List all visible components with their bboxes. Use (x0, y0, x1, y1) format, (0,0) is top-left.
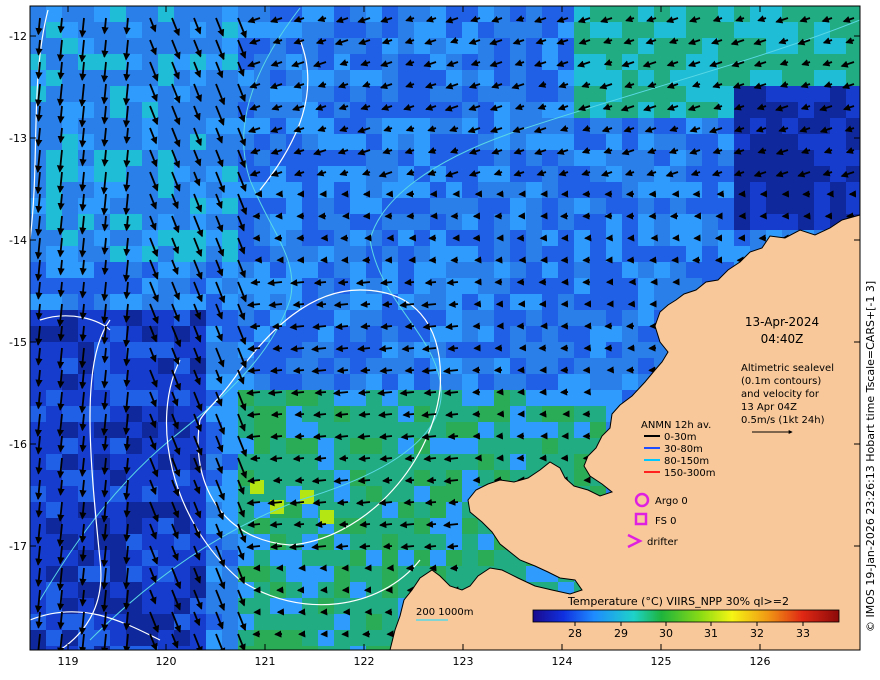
colorbar-tick-label: 31 (704, 627, 718, 640)
svg-text:(0.1m contours): (0.1m contours) (741, 376, 821, 387)
lat-tick-label: -12 (9, 30, 27, 43)
svg-text:13 Apr 04Z: 13 Apr 04Z (741, 402, 797, 413)
svg-text:0.5m/s (1kt 24h): 0.5m/s (1kt 24h) (741, 415, 825, 426)
colorbar-title: Temperature (°C) VIIRS_NPP 30% ql>=2 (567, 595, 789, 608)
lon-tick-label: 123 (453, 655, 474, 668)
svg-text:Argo 0: Argo 0 (655, 496, 688, 507)
lon-tick-label: 119 (58, 655, 79, 668)
svg-text:80-150m: 80-150m (664, 456, 709, 467)
colorbar (532, 609, 840, 623)
lon-tick-label: 120 (156, 655, 177, 668)
colorbar-tick-label: 33 (796, 627, 810, 640)
lon-tick-label: 124 (552, 655, 573, 668)
colorbar-tick-label: 30 (659, 627, 673, 640)
map-time: 04:40Z (761, 332, 804, 346)
sst-map: -12 -13 -14 -15 -16 -17 119 120 121 122 123 124 125… (9, 5, 861, 668)
lat-tick-label: -13 (9, 132, 27, 145)
depth-legend: 200 1000m (416, 607, 473, 618)
lat-tick-label: -17 (9, 540, 27, 553)
lat-tick-label: -14 (9, 234, 27, 247)
colorbar-tick-label: 28 (568, 627, 582, 640)
svg-text:FS 0: FS 0 (655, 516, 676, 527)
svg-text:150-300m: 150-300m (664, 468, 716, 479)
svg-text:Altimetric sealevel: Altimetric sealevel (741, 363, 834, 374)
map-date: 13-Apr-2024 (745, 315, 819, 329)
colorbar-tick-label: 29 (614, 627, 628, 640)
svg-text:0-30m: 0-30m (664, 432, 696, 443)
svg-text:ANMN 12h av.: ANMN 12h av. (641, 420, 711, 431)
lon-tick-label: 125 (651, 655, 672, 668)
lon-tick-label: 126 (750, 655, 771, 668)
lon-tick-label: 122 (354, 655, 375, 668)
svg-text:and velocity for: and velocity for (741, 389, 820, 400)
credit-text: © IMOS 19-Jan-2026 23:26:13 Hobart time … (864, 281, 877, 632)
colorbar-tick-label: 32 (750, 627, 764, 640)
lat-tick-label: -16 (9, 438, 27, 451)
lat-tick-label: -15 (9, 336, 27, 349)
svg-text:30-80m: 30-80m (664, 444, 703, 455)
svg-text:© IMOS 19-Jan-2026 23:26:13 Ho: © IMOS 19-Jan-2026 23:26:13 Hobart time … (864, 281, 877, 632)
svg-text:drifter: drifter (647, 537, 679, 548)
lon-tick-label: 121 (255, 655, 276, 668)
